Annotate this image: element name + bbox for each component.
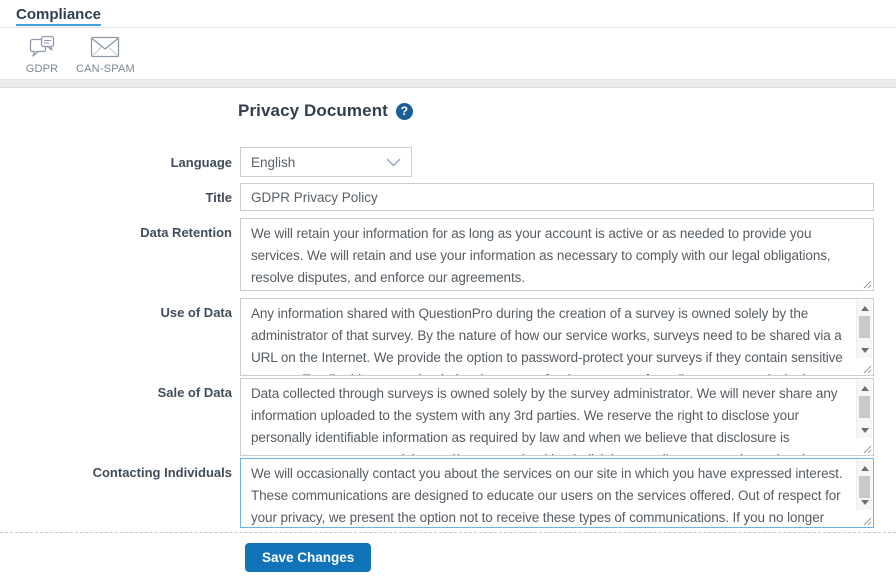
title-input[interactable] <box>240 183 874 211</box>
toolbar: GDPR CAN-SPAM <box>0 28 896 80</box>
contacting-individuals-field: We will occasionally contact you about t… <box>240 458 874 528</box>
use-of-data-label: Use of Data <box>0 298 240 320</box>
scrollbar-thumb[interactable] <box>859 396 870 418</box>
scroll-up-arrow[interactable] <box>857 381 872 395</box>
save-changes-button[interactable]: Save Changes <box>245 543 371 572</box>
form-row-contacting-individuals: Contacting Individuals We will occasiona… <box>0 458 896 528</box>
data-retention-field: We will retain your information for as l… <box>240 218 874 291</box>
page-title: Privacy Document <box>238 101 388 121</box>
toolbar-item-gdpr[interactable]: GDPR <box>14 34 70 75</box>
form-row-language: Language English <box>0 147 896 177</box>
scroll-down-arrow[interactable] <box>857 423 872 437</box>
language-label: Language <box>0 155 240 170</box>
contacting-individuals-label: Contacting Individuals <box>0 458 240 480</box>
canspam-icon <box>90 34 120 60</box>
form-row-sale-of-data: Sale of Data Data collected through surv… <box>0 378 896 456</box>
scrollbar[interactable] <box>856 460 872 510</box>
resize-handle-icon[interactable] <box>858 360 872 374</box>
resize-handle-icon[interactable] <box>858 512 872 526</box>
sale-of-data-textarea[interactable]: Data collected through surveys is owned … <box>241 379 873 455</box>
toolbar-item-label: GDPR <box>26 63 59 75</box>
data-retention-label: Data Retention <box>0 218 240 240</box>
resize-handle-icon[interactable] <box>858 275 872 289</box>
gdpr-icon <box>29 34 55 60</box>
data-retention-textarea[interactable]: We will retain your information for as l… <box>241 219 873 290</box>
language-selected-value: English <box>251 155 295 170</box>
scrollbar[interactable] <box>856 380 872 438</box>
scroll-down-arrow[interactable] <box>857 495 872 509</box>
use-of-data-textarea[interactable]: Any information shared with QuestionPro … <box>241 299 873 375</box>
top-bar: Compliance <box>0 0 896 28</box>
scroll-down-arrow[interactable] <box>857 343 872 357</box>
scroll-up-arrow[interactable] <box>857 461 872 475</box>
section-divider <box>0 80 896 88</box>
title-label: Title <box>0 190 240 205</box>
scroll-up-arrow[interactable] <box>857 301 872 315</box>
scrollbar[interactable] <box>856 300 872 358</box>
toolbar-item-canspam[interactable]: CAN-SPAM <box>76 34 135 75</box>
page-title-row: Privacy Document ? <box>0 88 896 121</box>
form-row-title: Title <box>0 183 896 211</box>
scrollbar-thumb[interactable] <box>859 316 870 338</box>
breadcrumb-compliance[interactable]: Compliance <box>16 6 101 26</box>
use-of-data-field: Any information shared with QuestionPro … <box>240 298 874 376</box>
chevron-down-icon <box>386 158 401 167</box>
sale-of-data-field: Data collected through surveys is owned … <box>240 378 874 456</box>
privacy-document-form: Language English Title Data Retention We… <box>0 147 896 528</box>
sale-of-data-label: Sale of Data <box>0 378 240 400</box>
toolbar-item-label: CAN-SPAM <box>76 63 135 75</box>
help-icon[interactable]: ? <box>396 103 413 120</box>
form-row-data-retention: Data Retention We will retain your infor… <box>0 218 896 291</box>
form-row-use-of-data: Use of Data Any information shared with … <box>0 298 896 376</box>
language-select[interactable]: English <box>240 147 412 177</box>
resize-handle-icon[interactable] <box>858 440 872 454</box>
dashed-divider <box>0 532 896 533</box>
contacting-individuals-textarea[interactable]: We will occasionally contact you about t… <box>241 459 873 527</box>
